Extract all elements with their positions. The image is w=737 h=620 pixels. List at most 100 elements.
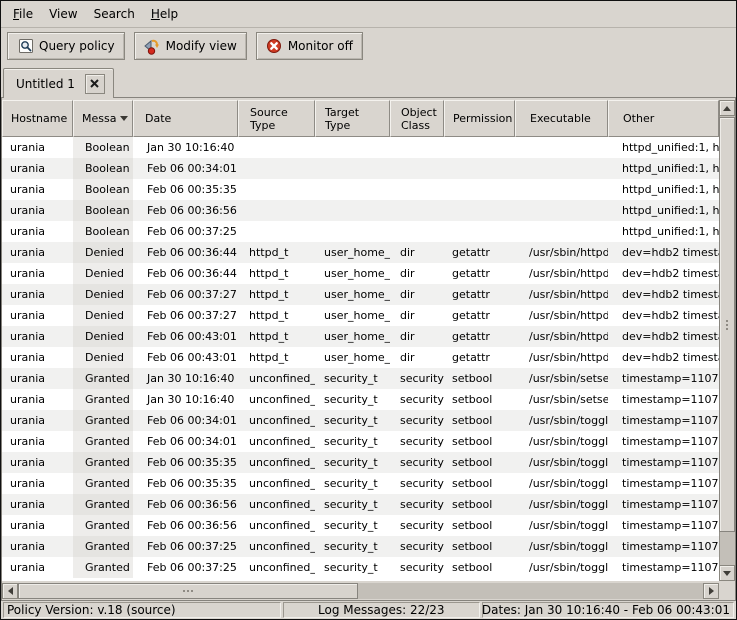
cell-source_type xyxy=(238,158,315,179)
column-header-source_type[interactable]: Source Type xyxy=(238,100,315,137)
vertical-scrollbar[interactable] xyxy=(719,100,735,581)
tab-untitled-1[interactable]: Untitled 1 xyxy=(3,68,114,98)
cell-hostname: urania xyxy=(2,242,73,263)
cell-date: Feb 06 00:35:35 xyxy=(133,179,238,200)
cell-permission: getattr xyxy=(444,305,515,326)
cell-object_class: security xyxy=(390,431,444,452)
table-row[interactable]: uraniaDeniedFeb 06 00:43:01httpd_tuser_h… xyxy=(2,326,719,347)
table-row[interactable]: uraniaGrantedJan 30 10:16:40unconfined_s… xyxy=(2,389,719,410)
cell-target_type: user_home_ xyxy=(315,263,390,284)
cell-target_type: security_t xyxy=(315,368,390,389)
tab-bar: Untitled 1 xyxy=(1,64,736,97)
cell-object_class: security xyxy=(390,389,444,410)
table-row[interactable]: uraniaGrantedJan 30 10:16:40unconfined_s… xyxy=(2,368,719,389)
column-header-label: Hostname xyxy=(11,112,67,125)
table-row[interactable]: uraniaGrantedFeb 06 00:36:56unconfined_s… xyxy=(2,515,719,536)
cell-date: Feb 06 00:37:25 xyxy=(133,557,238,578)
table-row[interactable]: uraniaDeniedFeb 06 00:37:27httpd_tuser_h… xyxy=(2,305,719,326)
cell-date: Feb 06 00:36:44 xyxy=(133,242,238,263)
column-header-executable[interactable]: Executable xyxy=(515,100,608,137)
arrow-right-icon xyxy=(709,587,714,595)
cell-hostname: urania xyxy=(2,473,73,494)
table-row[interactable]: uraniaGrantedFeb 06 00:37:25unconfined_s… xyxy=(2,536,719,557)
scroll-up-button[interactable] xyxy=(719,100,735,116)
table-row[interactable]: uraniaBooleanJan 30 10:16:40httpd_unifie… xyxy=(2,137,719,158)
vertical-scrollbar-thumb[interactable] xyxy=(719,117,735,532)
cell-message: Denied xyxy=(73,347,133,368)
cell-hostname: urania xyxy=(2,137,73,158)
menu-view-label: View xyxy=(49,7,77,21)
column-header-label: Permission xyxy=(453,112,512,125)
cell-other: timestamp=11076 xyxy=(608,515,719,536)
scroll-down-button[interactable] xyxy=(719,565,735,581)
horizontal-scrollbar-thumb[interactable] xyxy=(18,583,358,599)
table-row[interactable]: uraniaBooleanFeb 06 00:37:25httpd_unifie… xyxy=(2,221,719,242)
column-header-hostname[interactable]: Hostname xyxy=(2,100,73,137)
cell-permission: setbool xyxy=(444,473,515,494)
query-policy-button[interactable]: Query policy xyxy=(7,32,125,60)
cell-executable: /usr/sbin/toggle xyxy=(515,536,608,557)
table-row[interactable]: uraniaGrantedFeb 06 00:34:01unconfined_s… xyxy=(2,431,719,452)
cell-other: dev=hdb2 timesta xyxy=(608,347,719,368)
cell-target_type xyxy=(315,179,390,200)
cell-permission: getattr xyxy=(444,284,515,305)
monitor-off-button[interactable]: Monitor off xyxy=(256,32,363,60)
table-row[interactable]: uraniaDeniedFeb 06 00:43:01httpd_tuser_h… xyxy=(2,347,719,368)
cell-source_type: unconfined_ xyxy=(238,431,315,452)
scrollbar-grip-icon xyxy=(183,590,185,592)
tab-close-button[interactable] xyxy=(85,74,105,94)
cell-message: Granted xyxy=(73,410,133,431)
modify-view-label: Modify view xyxy=(166,39,237,53)
cell-other: timestamp=11071 xyxy=(608,389,719,410)
cell-permission: setbool xyxy=(444,431,515,452)
column-header-other[interactable]: Other xyxy=(608,100,719,137)
cell-object_class xyxy=(390,179,444,200)
table-row[interactable]: uraniaDeniedFeb 06 00:36:44httpd_tuser_h… xyxy=(2,242,719,263)
column-header-target_type[interactable]: Target Type xyxy=(315,100,390,137)
column-header-date[interactable]: Date xyxy=(133,100,238,137)
table-row[interactable]: uraniaBooleanFeb 06 00:36:56httpd_unifie… xyxy=(2,200,719,221)
cell-other: timestamp=11076 xyxy=(608,410,719,431)
cell-message: Denied xyxy=(73,242,133,263)
cell-message: Granted xyxy=(73,389,133,410)
column-header-message[interactable]: Messa xyxy=(73,100,133,137)
cell-message: Granted xyxy=(73,431,133,452)
cell-object_class: dir xyxy=(390,347,444,368)
column-header-object_class[interactable]: Object Class xyxy=(390,100,444,137)
cell-date: Feb 06 00:43:01 xyxy=(133,347,238,368)
cell-executable: /usr/sbin/toggle xyxy=(515,515,608,536)
cell-target_type: security_t xyxy=(315,494,390,515)
table-row[interactable]: uraniaDeniedFeb 06 00:37:27httpd_tuser_h… xyxy=(2,284,719,305)
table-row[interactable]: uraniaGrantedFeb 06 00:35:35unconfined_s… xyxy=(2,452,719,473)
cell-executable: /usr/sbin/toggle xyxy=(515,473,608,494)
cell-source_type xyxy=(238,179,315,200)
cell-object_class: security xyxy=(390,536,444,557)
scroll-right-button[interactable] xyxy=(703,583,719,599)
cell-executable: /usr/sbin/httpd xyxy=(515,326,608,347)
horizontal-scrollbar[interactable] xyxy=(2,583,719,599)
menu-search[interactable]: Search xyxy=(86,3,143,25)
table-row[interactable]: uraniaBooleanFeb 06 00:34:01httpd_unifie… xyxy=(2,158,719,179)
scroll-left-button[interactable] xyxy=(2,583,18,599)
cell-date: Feb 06 00:37:27 xyxy=(133,284,238,305)
table-row[interactable]: uraniaGrantedFeb 06 00:35:35unconfined_s… xyxy=(2,473,719,494)
cell-date: Jan 30 10:16:40 xyxy=(133,368,238,389)
table-row[interactable]: uraniaDeniedFeb 06 00:36:44httpd_tuser_h… xyxy=(2,263,719,284)
table-row[interactable]: uraniaBooleanFeb 06 00:35:35httpd_unifie… xyxy=(2,179,719,200)
table-row[interactable]: uraniaGrantedFeb 06 00:34:01unconfined_s… xyxy=(2,410,719,431)
menu-file[interactable]: File xyxy=(5,3,41,25)
table-row[interactable]: uraniaGrantedFeb 06 00:37:25unconfined_s… xyxy=(2,557,719,578)
modify-view-icon xyxy=(144,38,161,55)
cell-source_type: unconfined_ xyxy=(238,389,315,410)
cell-other: timestamp=11076 xyxy=(608,557,719,578)
column-header-permission[interactable]: Permission xyxy=(444,100,515,137)
column-header-label: Other xyxy=(623,112,654,125)
cell-hostname: urania xyxy=(2,431,73,452)
cell-target_type: user_home_ xyxy=(315,284,390,305)
cell-date: Feb 06 00:35:35 xyxy=(133,473,238,494)
menu-view[interactable]: View xyxy=(41,3,85,25)
menu-file-label: ile xyxy=(19,7,33,21)
menu-help[interactable]: Help xyxy=(143,3,186,25)
table-row[interactable]: uraniaGrantedFeb 06 00:36:56unconfined_s… xyxy=(2,494,719,515)
modify-view-button[interactable]: Modify view xyxy=(134,32,247,60)
